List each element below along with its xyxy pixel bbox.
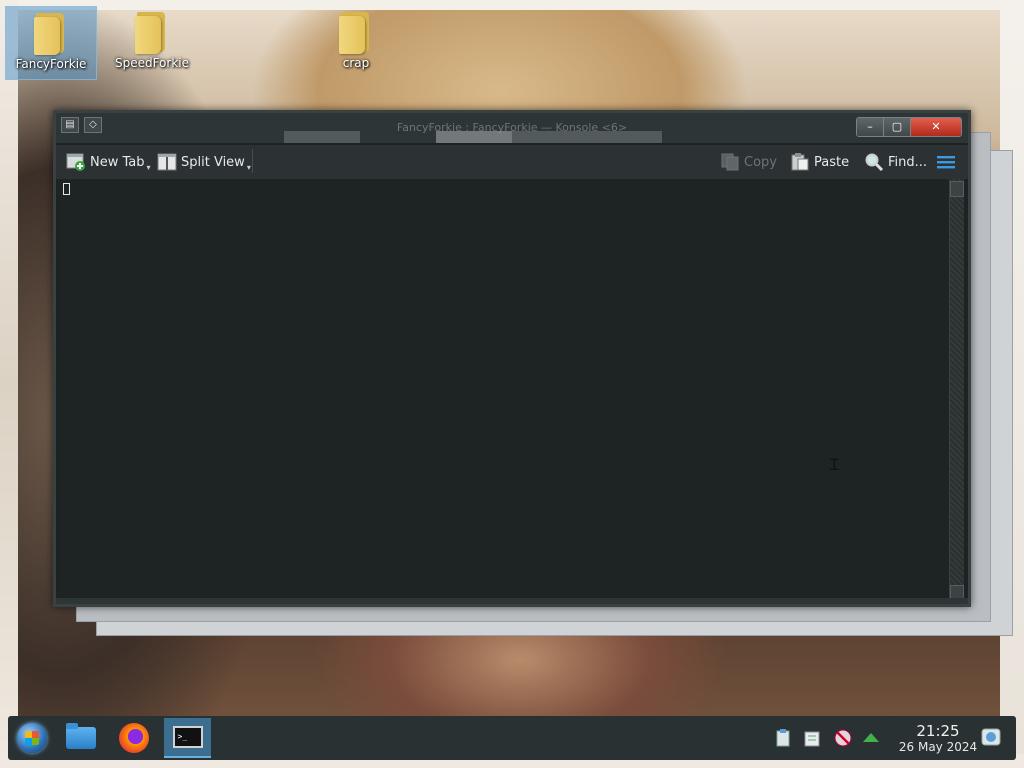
window-title: FancyForkie : FancyForkie — Konsole <6> (396, 121, 628, 134)
scroll-up-arrow[interactable] (950, 181, 964, 197)
clock-date[interactable]: 26 May 2024 (884, 740, 992, 754)
split-view-icon (157, 153, 177, 171)
new-tab-label: New Tab (90, 154, 145, 170)
paste-label: Paste (814, 154, 850, 170)
show-desktop-icon[interactable] (980, 726, 1002, 748)
find-label: Find... (888, 154, 928, 170)
text-cursor-icon: Ɪ (830, 455, 839, 474)
firefox-icon (119, 723, 149, 753)
window-bottom-border[interactable] (56, 598, 968, 604)
minimize-button[interactable]: – (857, 118, 884, 136)
close-button[interactable]: ✕ (911, 118, 961, 136)
window-caption-buttons: – ▢ ✕ (856, 117, 962, 137)
split-view-label: Split View (181, 154, 245, 170)
copy-label: Copy (744, 154, 777, 170)
taskbar-file-manager[interactable] (61, 718, 101, 758)
clock-time[interactable]: 21:25 (898, 722, 978, 740)
copy-icon (720, 153, 740, 171)
wallpaper-border-left (0, 0, 18, 768)
maximize-button[interactable]: ▢ (884, 118, 911, 136)
notes-icon[interactable] (803, 728, 823, 748)
desktop-icon-fancyforkie[interactable]: FancyForkie (5, 6, 97, 80)
konsole-window[interactable]: ▤ ◇ FancyForkie : FancyForkie — Konsole … (53, 110, 971, 607)
chevron-down-icon[interactable]: ▾ (247, 163, 251, 172)
folder-icon (34, 11, 68, 55)
show-hidden-icons-arrow[interactable] (861, 728, 881, 748)
new-tab-button[interactable]: New Tab ▾ (66, 151, 151, 173)
chevron-down-icon[interactable]: ▾ (147, 163, 151, 172)
desktop-icon-crap[interactable]: crap (310, 6, 402, 80)
split-view-button[interactable]: Split View ▾ (157, 151, 251, 173)
network-disconnected-icon[interactable] (833, 728, 853, 748)
window-titlebar[interactable]: ▤ ◇ FancyForkie : FancyForkie — Konsole … (56, 113, 968, 143)
start-orb-icon (17, 723, 47, 753)
clipboard-icon[interactable] (774, 728, 794, 748)
desktop-icon-label: FancyForkie (15, 57, 87, 71)
start-menu-button[interactable] (12, 718, 52, 758)
terminal-scrollbar[interactable] (949, 179, 964, 599)
terminal-icon: >_ (172, 726, 203, 748)
scroll-down-arrow[interactable] (950, 585, 964, 599)
hamburger-menu-button[interactable] (936, 151, 960, 173)
desktop-icon-label: SpeedForkie (114, 56, 190, 70)
hamburger-menu-icon (936, 153, 956, 171)
paste-icon (790, 153, 810, 171)
terminal-cursor (63, 183, 70, 195)
taskbar: >_ 21:25 26 May 2024 (8, 716, 1016, 760)
find-button[interactable]: Find... (864, 151, 927, 173)
folder-icon (339, 10, 373, 54)
konsole-toolbar: New Tab ▾ Split View ▾ Copy Paste Find..… (56, 145, 968, 179)
file-manager-icon (66, 723, 96, 749)
taskbar-firefox[interactable] (114, 718, 154, 758)
desktop-icon-label: crap (342, 56, 370, 70)
terminal-area[interactable] (60, 179, 949, 599)
copy-button[interactable]: Copy (720, 151, 777, 173)
new-tab-icon (66, 153, 86, 171)
folder-icon (135, 10, 169, 54)
taskbar-konsole[interactable]: >_ (164, 718, 211, 758)
paste-button[interactable]: Paste (790, 151, 849, 173)
desktop-icon-speedforkie[interactable]: SpeedForkie (106, 6, 198, 80)
search-icon (864, 153, 884, 172)
toolbar-separator (252, 149, 253, 173)
